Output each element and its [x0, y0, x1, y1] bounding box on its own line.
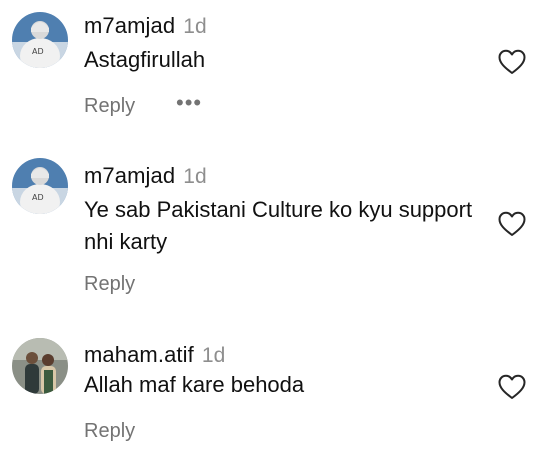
svg-text:AD: AD [32, 193, 44, 202]
more-options-icon[interactable]: ••• [176, 90, 202, 116]
comment-timestamp: 1d [201, 344, 226, 367]
comment-username[interactable]: m7amjad 1d [84, 163, 207, 189]
heart-outline-icon[interactable] [497, 48, 527, 76]
avatar[interactable]: AD [12, 158, 68, 214]
reply-button[interactable]: Reply [84, 420, 135, 443]
comment-timestamp: 1d [183, 15, 207, 38]
heart-outline-icon[interactable] [497, 373, 527, 401]
comment-username[interactable]: maham.atif 1d [84, 342, 225, 368]
comment-text: Allah maf kare behoda [84, 372, 305, 397]
comment-item: AD m7amjad 1d Astagfirullah Reply ••• [0, 0, 544, 140]
comment-text: Ye sab Pakistani Culture ko kyu support … [84, 197, 473, 254]
avatar[interactable] [12, 338, 68, 394]
avatar[interactable]: AD [12, 12, 68, 68]
comment-text: Astagfirullah [84, 47, 206, 72]
comment-item: maham.atif 1d Allah maf kare behoda Reply [0, 325, 544, 467]
svg-text:AD: AD [32, 47, 44, 56]
username-text[interactable]: maham.atif [84, 342, 194, 367]
comment-item: AD m7amjad 1d Ye sab Pakistani Culture ko… [0, 140, 544, 310]
heart-outline-icon[interactable] [497, 210, 527, 238]
comment-timestamp: 1d [183, 165, 207, 188]
username-text[interactable]: m7amjad [84, 163, 175, 188]
comment-username[interactable]: m7amjad 1d [84, 13, 207, 39]
reply-button[interactable]: Reply [84, 273, 135, 296]
reply-button[interactable]: Reply [84, 95, 135, 118]
username-text[interactable]: m7amjad [84, 13, 175, 38]
